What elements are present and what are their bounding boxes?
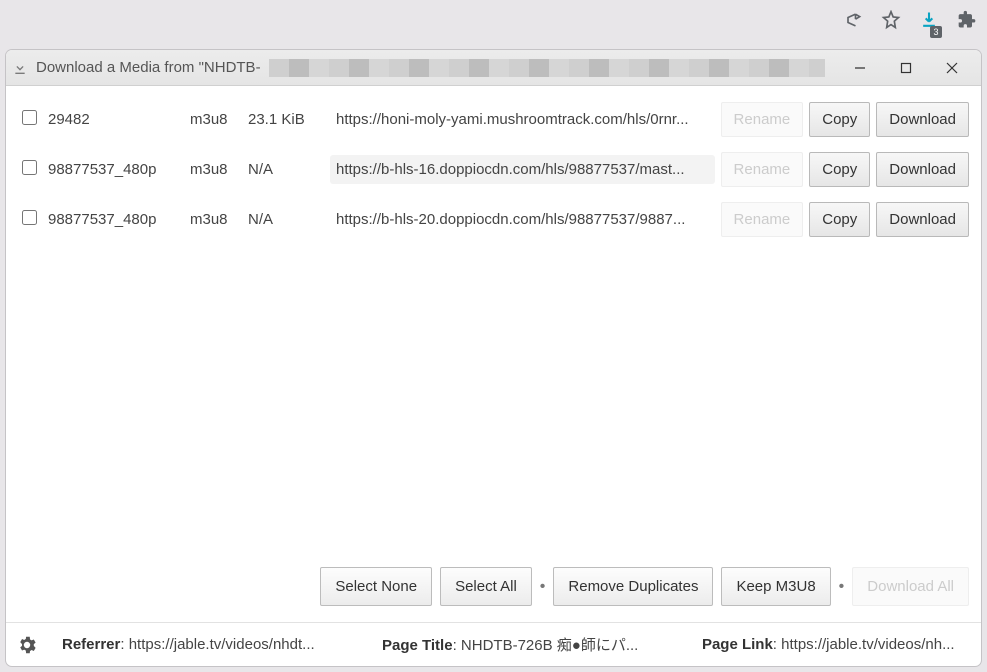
separator-dot: •	[839, 578, 845, 596]
media-name: 98877537_480p	[40, 211, 190, 228]
extensions-icon[interactable]	[957, 10, 977, 35]
star-icon[interactable]	[881, 10, 901, 35]
select-all-button[interactable]: Select All	[440, 567, 532, 606]
window-title: Download a Media from "NHDTB-	[36, 59, 261, 76]
media-ext: m3u8	[190, 111, 248, 128]
download-icon	[12, 60, 28, 76]
row-checkbox[interactable]	[22, 160, 37, 175]
media-url[interactable]: https://honi-moly-yami.mushroomtrack.com…	[330, 111, 715, 128]
copy-button[interactable]: Copy	[809, 202, 870, 237]
download-button[interactable]: Download	[876, 202, 969, 237]
referrer-info: Referrer: https://jable.tv/videos/nhdt..…	[62, 636, 358, 653]
page-link-info: Page Link: https://jable.tv/videos/nh...	[702, 636, 971, 653]
media-url[interactable]: https://b-hls-20.doppiocdn.com/hls/98877…	[330, 211, 715, 228]
media-row: 98877537_480pm3u8N/Ahttps://b-hls-20.dop…	[12, 194, 975, 244]
status-bar: Referrer: https://jable.tv/videos/nhdt..…	[6, 622, 981, 666]
browser-toolbar: 3	[0, 0, 987, 44]
download-extension-icon[interactable]: 3	[919, 10, 939, 35]
footer-buttons: Select None Select All • Remove Duplicat…	[6, 557, 981, 622]
media-size: N/A	[248, 211, 330, 228]
keep-m3u8-button[interactable]: Keep M3U8	[721, 567, 830, 606]
media-ext: m3u8	[190, 211, 248, 228]
settings-icon[interactable]	[16, 634, 38, 656]
download-button[interactable]: Download	[876, 102, 969, 137]
title-redacted	[269, 59, 825, 77]
media-row: 29482m3u823.1 KiBhttps://honi-moly-yami.…	[12, 94, 975, 144]
media-size: N/A	[248, 161, 330, 178]
media-list: 29482m3u823.1 KiBhttps://honi-moly-yami.…	[6, 86, 981, 557]
separator-dot: •	[540, 578, 546, 596]
media-name: 29482	[40, 111, 190, 128]
remove-duplicates-button[interactable]: Remove Duplicates	[553, 567, 713, 606]
copy-button[interactable]: Copy	[809, 152, 870, 187]
minimize-button[interactable]	[837, 50, 883, 86]
download-all-button[interactable]: Download All	[852, 567, 969, 606]
titlebar: Download a Media from "NHDTB-	[6, 50, 981, 86]
rename-button[interactable]: Rename	[721, 202, 804, 237]
page-title-info: Page Title: NHDTB-726B 痴●師にパ...	[382, 634, 678, 655]
media-ext: m3u8	[190, 161, 248, 178]
media-url[interactable]: https://b-hls-16.doppiocdn.com/hls/98877…	[330, 155, 715, 184]
rename-button[interactable]: Rename	[721, 102, 804, 137]
extension-badge: 3	[930, 26, 942, 38]
media-size: 23.1 KiB	[248, 111, 330, 128]
share-icon[interactable]	[843, 10, 863, 35]
select-none-button[interactable]: Select None	[320, 567, 432, 606]
rename-button[interactable]: Rename	[721, 152, 804, 187]
maximize-button[interactable]	[883, 50, 929, 86]
download-window: Download a Media from "NHDTB- 29482m3u82…	[6, 50, 981, 666]
media-row: 98877537_480pm3u8N/Ahttps://b-hls-16.dop…	[12, 144, 975, 194]
close-button[interactable]	[929, 50, 975, 86]
row-checkbox[interactable]	[22, 110, 37, 125]
row-checkbox[interactable]	[22, 210, 37, 225]
download-button[interactable]: Download	[876, 152, 969, 187]
copy-button[interactable]: Copy	[809, 102, 870, 137]
media-name: 98877537_480p	[40, 161, 190, 178]
